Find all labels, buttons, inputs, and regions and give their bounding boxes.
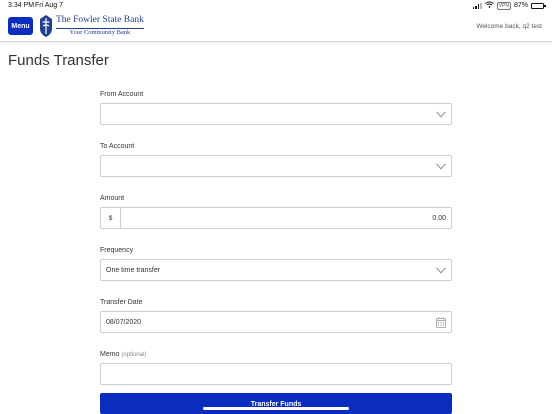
chevron-down-icon	[436, 163, 446, 170]
transfer-date-label: Transfer Date	[100, 299, 143, 306]
cellular-signal-icon	[472, 2, 482, 9]
transfer-form: From Account To Account Amount $ 0.00 Fr…	[100, 91, 452, 385]
amount-field: Amount $ 0.00	[100, 195, 452, 229]
bank-name-block: The Fowler State Bank Your Community Ban…	[56, 15, 144, 37]
welcome-message: Welcome back, q2 test	[476, 23, 542, 30]
amount-value: 0.00	[432, 214, 446, 222]
frequency-field: Frequency One time transfer	[100, 247, 452, 281]
amount-label: Amount	[100, 195, 125, 202]
transfer-funds-button[interactable]: Transfer Funds	[100, 393, 452, 414]
status-date: Fri Aug 7	[35, 2, 64, 9]
transfer-date-value: 08/07/2020	[106, 318, 142, 326]
bank-tagline: Your Community Bank	[56, 27, 144, 37]
battery-percent: 87%	[513, 2, 528, 9]
page-title: Funds Transfer	[8, 52, 109, 69]
frequency-label: Frequency	[100, 247, 134, 254]
bank-logo[interactable]: The Fowler State Bank Your Community Ban…	[40, 15, 144, 37]
bank-name: The Fowler State Bank	[56, 15, 144, 25]
memo-label: Memo	[100, 351, 122, 358]
frequency-select[interactable]: One time transfer	[100, 259, 452, 281]
battery-icon	[531, 2, 546, 9]
bank-logo-icon	[40, 15, 52, 37]
home-indicator	[203, 407, 349, 410]
to-account-select[interactable]	[100, 155, 452, 177]
currency-symbol: $	[101, 208, 121, 228]
status-indicators: VPN 87%	[472, 1, 546, 10]
frequency-value: One time transfer	[106, 266, 161, 274]
from-account-select[interactable]	[100, 103, 452, 125]
memo-input[interactable]	[100, 363, 452, 385]
menu-button[interactable]: Menu	[8, 17, 33, 35]
from-account-label: From Account	[100, 91, 144, 98]
wifi-icon	[484, 1, 494, 10]
status-time: 3:34 PM	[8, 2, 35, 9]
memo-optional-hint: (optional)	[121, 352, 147, 358]
vpn-badge: VPN	[496, 1, 511, 10]
memo-field: Memo (optional)	[100, 351, 452, 385]
status-bar: 3:34 PM Fri Aug 7 VPN 87%	[0, 0, 552, 12]
app-header: Menu The Fowler State Bank Your Communit…	[0, 12, 552, 42]
to-account-field: To Account	[100, 143, 452, 177]
calendar-icon[interactable]	[436, 317, 446, 328]
chevron-down-icon	[436, 111, 446, 118]
from-account-field: From Account	[100, 91, 452, 125]
memo-label-row: Memo (optional)	[100, 351, 452, 360]
amount-input[interactable]: $ 0.00	[100, 207, 452, 229]
to-account-label: To Account	[100, 143, 135, 150]
transfer-date-input[interactable]: 08/07/2020	[100, 311, 452, 333]
transfer-date-field: Transfer Date 08/07/2020	[100, 299, 452, 333]
chevron-down-icon	[436, 267, 446, 274]
